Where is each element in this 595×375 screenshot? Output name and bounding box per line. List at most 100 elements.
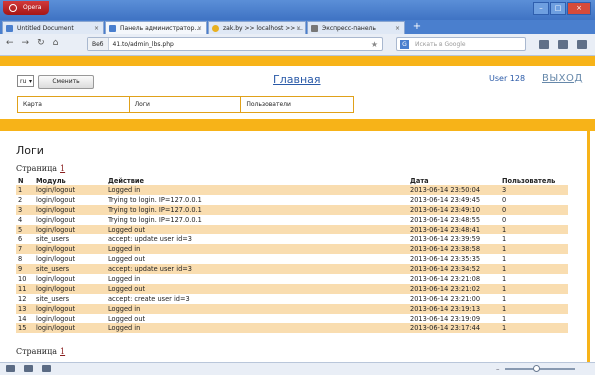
- cell-n: 14: [18, 314, 27, 323]
- pager-page-link[interactable]: 1: [60, 347, 65, 356]
- menu-item-logs[interactable]: Логи: [130, 97, 242, 112]
- search-field[interactable]: G Искать в Google: [396, 37, 526, 51]
- tab-close-icon[interactable]: ×: [296, 22, 301, 34]
- opera-menu-button[interactable]: Opera: [3, 1, 50, 15]
- mid-accent-band: [0, 119, 595, 131]
- tab-close-icon[interactable]: ×: [197, 22, 202, 34]
- change-language-button[interactable]: Сменить: [38, 75, 94, 89]
- cell-module: login/logout: [36, 215, 76, 224]
- page-favicon-icon: [212, 25, 219, 32]
- menu-item-map[interactable]: Карта: [18, 97, 130, 112]
- table-row: 13 login/logout Logged in 2013-06-14 23:19:…: [16, 303, 568, 314]
- page-header: ru Сменить Главная User 128 ВЫХОД: [17, 73, 582, 93]
- cell-date: 2013-06-14 23:50:04: [408, 185, 500, 195]
- status-icons: [6, 365, 51, 372]
- address-bar[interactable]: Веб 41.to/admin_lbs.php ★: [87, 37, 383, 51]
- new-tab-button[interactable]: +: [410, 21, 424, 33]
- cell-n: 13: [16, 303, 34, 314]
- zoom-out-icon[interactable]: –: [496, 365, 500, 373]
- cell-module: login/logout: [34, 283, 106, 294]
- cell-n: 1: [16, 185, 34, 195]
- cell-module: login/logout: [34, 323, 106, 334]
- tab-admin-panel[interactable]: Панель администратор... ×: [105, 21, 207, 34]
- window-controls: – □ ×: [533, 2, 591, 15]
- close-icon[interactable]: ×: [567, 2, 591, 15]
- tab-close-icon[interactable]: ×: [395, 22, 400, 34]
- page-title: Логи: [16, 144, 44, 157]
- table-header-row: N Модуль Действие Дата Пользователь: [16, 176, 568, 185]
- cell-user: 3: [500, 185, 568, 195]
- downloads-icon[interactable]: [577, 40, 587, 49]
- cell-module: login/logout: [34, 185, 106, 195]
- panel-icon[interactable]: [539, 40, 549, 49]
- cell-n: 9: [16, 264, 34, 275]
- tab-label: Untitled Document: [17, 25, 74, 32]
- turbo-icon[interactable]: [24, 365, 33, 372]
- tab-label: Панель администратор...: [120, 25, 201, 32]
- cell-module: login/logout: [34, 204, 106, 215]
- user-label: User 128: [489, 74, 526, 83]
- language-select[interactable]: ru: [17, 75, 34, 88]
- cell-n: 5: [16, 224, 34, 235]
- maximize-icon[interactable]: □: [550, 2, 566, 15]
- cell-action: Logged out: [108, 314, 146, 323]
- unite-icon[interactable]: [42, 365, 51, 372]
- table-row: 10 login/logout Logged in 2013-06-14 23:21:…: [16, 274, 568, 284]
- cell-date: 2013-06-14 23:39:59: [410, 235, 481, 244]
- cell-action: Logged in: [106, 303, 408, 314]
- logout-link[interactable]: ВЫХОД: [542, 73, 583, 84]
- main-menu: Карта Логи Пользователи: [17, 96, 354, 113]
- table-row: 7 login/logout Logged in 2013-06-14 23:38:5…: [16, 244, 568, 255]
- page-viewport: ru Сменить Главная User 128 ВЫХОД Карта …: [0, 56, 595, 362]
- cell-user: 1: [500, 264, 568, 275]
- cell-n: 4: [18, 215, 23, 224]
- back-icon[interactable]: ←: [6, 38, 14, 48]
- zoom-slider-handle[interactable]: [533, 365, 540, 372]
- pager-label: Страница: [16, 164, 58, 173]
- cell-user: 1: [502, 294, 507, 303]
- cell-n: 3: [16, 204, 34, 215]
- pager-label: Страница: [16, 347, 58, 356]
- home-icon[interactable]: ⌂: [53, 38, 59, 48]
- table-row: 14 login/logout Logged out 2013-06-14 23:19…: [16, 314, 568, 324]
- bookmark-star-icon[interactable]: ★: [371, 38, 378, 52]
- cell-module: login/logout: [34, 224, 106, 235]
- cell-action: Logged out: [106, 224, 408, 235]
- tab-speed-dial[interactable]: Экспресс-панель ×: [307, 21, 405, 34]
- table-row: 11 login/logout Logged out 2013-06-14 23:21…: [16, 283, 568, 294]
- reload-icon[interactable]: ↻: [37, 38, 45, 48]
- cell-user: 1: [502, 235, 507, 244]
- search-placeholder: Искать в Google: [415, 41, 466, 48]
- tab-zak-localhost[interactable]: zak.by >> localhost >> ... ×: [208, 21, 306, 34]
- pager-page-link[interactable]: 1: [60, 164, 65, 173]
- menu-item-users[interactable]: Пользователи: [241, 97, 353, 112]
- tab-bar: Untitled Document × Панель администратор…: [0, 20, 595, 34]
- cell-action: Trying to login. IP=127.0.0.1: [108, 195, 202, 204]
- tab-untitled-document[interactable]: Untitled Document ×: [2, 21, 104, 34]
- cell-date: 2013-06-14 23:35:35: [410, 255, 481, 264]
- address-url[interactable]: 41.to/admin_lbs.php: [109, 41, 174, 48]
- tab-label: zak.by >> localhost >> ...: [223, 25, 303, 32]
- column-header-user: Пользователь: [502, 176, 556, 185]
- home-link[interactable]: Главная: [273, 73, 321, 86]
- panel-toggle-icon[interactable]: [6, 365, 15, 372]
- content-area: Логи Страница 1 N Модуль Действие Дата По…: [0, 131, 595, 362]
- status-bar: –: [0, 362, 595, 375]
- cell-action: Logged in: [106, 244, 408, 255]
- table-row: 12 site_users accept: create user id=3 2013…: [16, 294, 568, 304]
- page-favicon-icon: [109, 25, 116, 32]
- minimize-icon[interactable]: –: [533, 2, 549, 15]
- cell-action: Logged in: [108, 274, 141, 283]
- title-bar: Opera – □ ×: [0, 0, 595, 20]
- forward-icon[interactable]: →: [22, 38, 30, 48]
- cell-module: site_users: [36, 235, 70, 244]
- cell-user: 1: [500, 303, 568, 314]
- tab-close-icon[interactable]: ×: [94, 22, 99, 34]
- cell-user: 1: [502, 314, 507, 323]
- search-engine-icon[interactable]: G: [400, 40, 409, 49]
- zoom-slider[interactable]: [505, 368, 575, 370]
- cell-n: 11: [16, 283, 34, 294]
- extensions-icon[interactable]: [558, 40, 568, 49]
- cell-date: 2013-06-14 23:21:08: [410, 274, 481, 283]
- site-badge[interactable]: Веб: [88, 38, 109, 50]
